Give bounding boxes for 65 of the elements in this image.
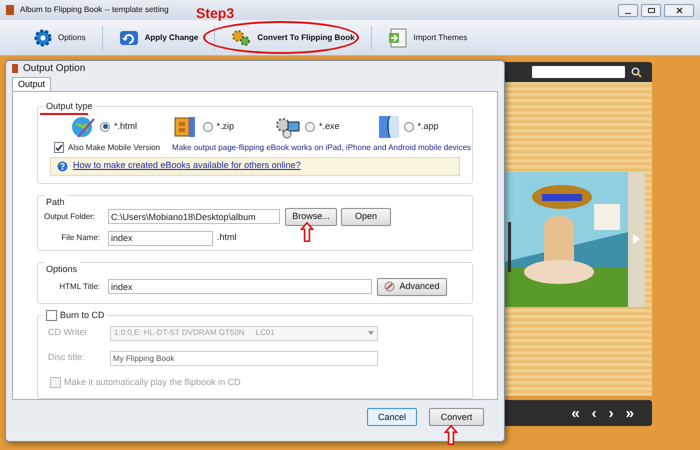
radio-label: *.zip (216, 120, 234, 133)
up-arrow-icon (300, 222, 314, 242)
checkmark-icon (55, 144, 63, 152)
checkbox-label: Also Make Mobile Version (68, 142, 160, 154)
browse-button[interactable]: Browse... (285, 208, 337, 226)
radio-label: *.exe (319, 120, 340, 133)
app-icon (6, 5, 14, 15)
group-label: Path (46, 196, 65, 207)
search-field[interactable] (532, 66, 625, 78)
toolbar-button[interactable]: Apply Change (108, 24, 208, 52)
search-icon[interactable] (631, 66, 642, 78)
help-icon (57, 160, 68, 172)
nav-button[interactable]: « (571, 406, 580, 420)
gears-icon (231, 28, 252, 46)
advanced-button[interactable]: Advanced (377, 278, 447, 296)
globe-icon (70, 114, 96, 139)
radio-label: *.html (114, 120, 138, 133)
radio-button[interactable] (305, 122, 315, 132)
field-label: Disc title: (47, 351, 86, 364)
radio-button[interactable] (100, 122, 110, 132)
tab[interactable]: Output (12, 76, 52, 91)
toolbar-button[interactable]: Options (24, 24, 96, 52)
underline-mark (40, 113, 88, 116)
output-folder-field[interactable]: C:\Users\Mobiano18\Desktop\album (108, 209, 280, 224)
file-extension: .html (217, 231, 237, 244)
import-icon (388, 28, 408, 48)
dialog-title: Output Option (23, 62, 86, 76)
toolbar-button[interactable]: Convert To Flipping Book (221, 24, 365, 52)
checkbox-label: Make it automatically play the flipbook in CD (64, 376, 241, 389)
html-title-field[interactable]: index (108, 279, 372, 294)
refresh-icon (118, 28, 139, 46)
field-label: HTML Title: (58, 280, 101, 293)
mobile-note: Make output page-flipping eBook works on iPad, iPhone and Android mobile devices (172, 142, 471, 154)
checkbox-label: Burn to CD (60, 308, 105, 322)
file-name-field[interactable]: index (108, 230, 213, 246)
close-button[interactable] (664, 4, 694, 16)
nav-button[interactable]: › (608, 406, 614, 420)
radio-button[interactable] (404, 122, 414, 132)
radio-label: *.app (418, 120, 439, 133)
disc-title-field[interactable]: My Flipping Book (110, 350, 378, 366)
toolbar-button[interactable]: Import Themes (378, 24, 478, 52)
maximize-button[interactable] (641, 4, 661, 16)
field-label: File Name: (60, 232, 101, 244)
minimize-button[interactable] (618, 4, 638, 16)
open-button[interactable]: Open (341, 208, 391, 226)
group-label: Output type (46, 100, 93, 113)
checkbox[interactable] (50, 376, 61, 388)
up-arrow-icon (444, 425, 458, 445)
nav-button[interactable]: ‹ (592, 406, 597, 420)
group-label: Options (46, 264, 78, 274)
window-title: Album to Flipping Book -- template setting (20, 4, 169, 16)
close-icon (676, 6, 682, 14)
field-label: CD Writer (47, 326, 88, 340)
cancel-button[interactable]: Cancel (367, 408, 417, 426)
field-label: Output Folder: (44, 210, 96, 223)
convert-button[interactable]: Convert (429, 408, 484, 426)
radio-button[interactable] (202, 122, 212, 132)
nav-button[interactable]: » (626, 406, 634, 420)
gear-icon (34, 28, 52, 46)
checkbox[interactable] (54, 142, 64, 154)
step-label: Step3 (196, 6, 234, 20)
help-link[interactable]: How to make created eBooks available for others online? (73, 159, 301, 173)
dialog-icon (12, 64, 18, 74)
checkbox[interactable] (46, 310, 57, 321)
dropdown-arrow-icon (368, 331, 374, 336)
